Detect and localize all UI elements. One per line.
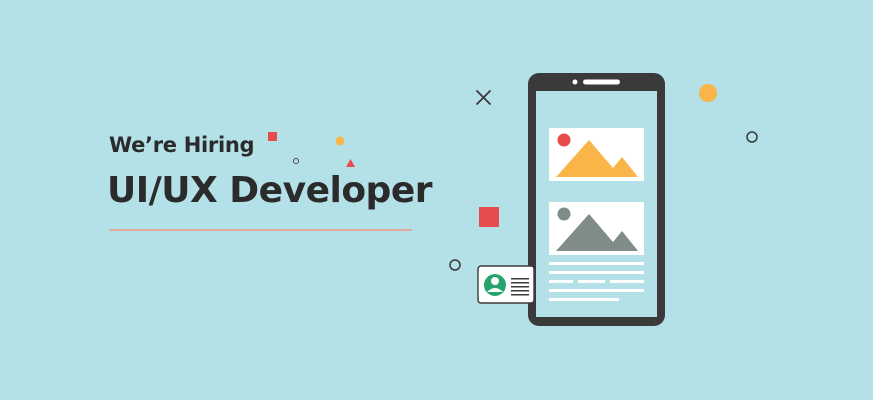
red-triangle-decoration — [346, 159, 355, 167]
image-placeholder-icon — [549, 202, 644, 255]
hiring-banner: We’re Hiring UI/UX Developer — [0, 0, 873, 400]
id-card — [477, 265, 535, 304]
red-block-decoration — [479, 207, 499, 227]
orange-dot-decoration — [335, 136, 345, 146]
orange-circle-decoration — [699, 84, 717, 102]
illustration — [268, 73, 758, 326]
phone-speaker — [583, 79, 620, 85]
ring-decoration — [746, 131, 758, 143]
close-icon — [476, 90, 491, 105]
small-ring-decoration — [293, 158, 299, 164]
ring-decoration-left — [449, 259, 461, 271]
red-square-decoration — [268, 132, 277, 141]
phone-illustration — [528, 73, 665, 326]
image-placeholder-icon — [549, 128, 644, 181]
